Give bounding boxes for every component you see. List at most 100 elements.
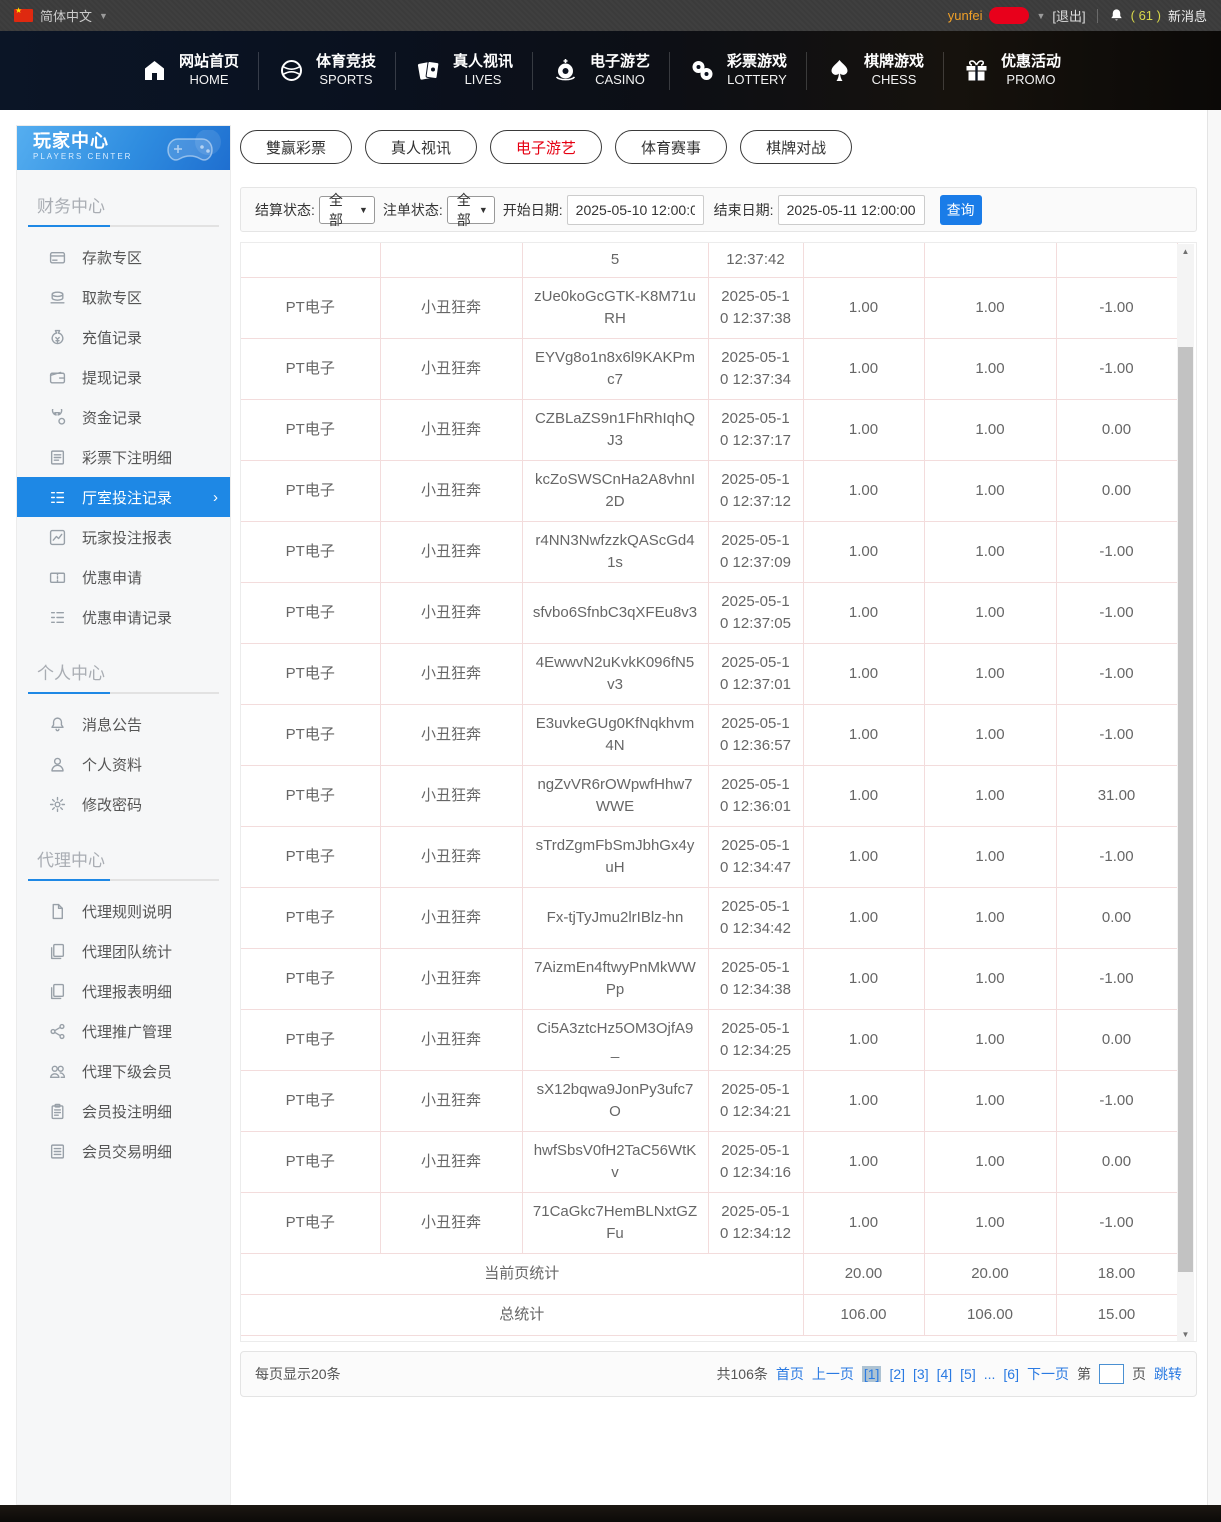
sidebar-item[interactable]: 代理下级会员	[17, 1051, 230, 1091]
nav-item-casino[interactable]: 电子游艺CASINO	[533, 46, 669, 96]
sidebar-item-label: 取款专区	[82, 287, 142, 308]
chevron-down-icon: ▼	[479, 205, 488, 215]
chevron-down-icon[interactable]: ▼	[1036, 11, 1045, 21]
first-page-link[interactable]: 首页	[776, 1364, 804, 1384]
scrollbar-thumb[interactable]	[1178, 347, 1193, 1272]
page-link[interactable]: [3]	[913, 1366, 929, 1382]
bell-icon[interactable]	[1109, 8, 1124, 23]
valid-cell	[924, 243, 1056, 277]
page-link[interactable]: [2]	[889, 1366, 905, 1382]
message-count[interactable]: ( 61 )	[1131, 8, 1161, 23]
sidebar-item[interactable]: 彩票下注明细	[17, 437, 230, 477]
sidebar-item[interactable]: 资金记录	[17, 397, 230, 437]
nav-item-chess[interactable]: 棋牌游戏CHESS	[807, 46, 943, 96]
settle-status-select[interactable]: 全部 ▼	[319, 196, 375, 224]
vendor-cell: PT电子	[241, 1009, 380, 1070]
game-cell: 小丑狂奔	[380, 948, 522, 1009]
sidebar-item[interactable]: 充值记录	[17, 317, 230, 357]
nav-item-label: 网站首页HOME	[179, 53, 239, 89]
order-status-select[interactable]: 全部 ▼	[447, 196, 495, 224]
sidebar-item[interactable]: 代理规则说明	[17, 891, 230, 931]
tab-体育赛事[interactable]: 体育赛事	[615, 130, 727, 164]
gamepad-icon	[162, 130, 224, 170]
table-row: PT电子小丑狂奔Ci5A3ztcHz5OM3OjfA9_2025-05-10 1…	[241, 1009, 1177, 1070]
sidebar-item[interactable]: 代理团队统计	[17, 931, 230, 971]
jump-button[interactable]: 跳转	[1154, 1364, 1182, 1384]
vendor-cell: PT电子	[241, 1070, 380, 1131]
sidebar-item[interactable]: 取款专区	[17, 277, 230, 317]
category-tabs: 雙赢彩票真人视讯电子游艺体育赛事棋牌对战	[240, 130, 1197, 164]
table-row: PT电子小丑狂奔7AizmEn4ftwyPnMkWWPp2025-05-10 1…	[241, 948, 1177, 1009]
sidebar-item[interactable]: 消息公告	[17, 704, 230, 744]
tab-真人视讯[interactable]: 真人视讯	[365, 130, 477, 164]
sidebar-item[interactable]: 会员投注明细	[17, 1091, 230, 1131]
sidebar-item[interactable]: 存款专区	[17, 237, 230, 277]
valid-cell: 1.00	[924, 765, 1056, 826]
page-jump-input[interactable]	[1099, 1364, 1124, 1384]
logout-link[interactable]: [退出]	[1052, 6, 1085, 25]
vendor-cell: PT电子	[241, 826, 380, 887]
table-scrollbar[interactable]: ▲ ▼	[1177, 244, 1194, 1342]
ticket-icon	[49, 569, 66, 586]
document-icon	[49, 449, 66, 466]
vendor-cell: PT电子	[241, 765, 380, 826]
scroll-down-arrow-icon[interactable]: ▼	[1177, 1327, 1194, 1342]
nav-item-label: 电子游艺CASINO	[590, 53, 650, 89]
nav-item-promo[interactable]: 优惠活动PROMO	[944, 46, 1080, 96]
page-link[interactable]: [4]	[937, 1366, 953, 1382]
valid-cell: 1.00	[924, 338, 1056, 399]
sidebar-item[interactable]: 提现记录	[17, 357, 230, 397]
clipboard-icon	[49, 1103, 66, 1120]
summary-bet-cell: 106.00	[803, 1294, 924, 1335]
chevron-right-icon: ›	[213, 489, 218, 506]
pagination-bar: 每页显示20条 共106条首页上一页[1][2][3][4][5]...[6]下…	[240, 1351, 1197, 1397]
summary-label-cell: 总统计	[241, 1294, 803, 1335]
tab-电子游艺[interactable]: 电子游艺	[490, 130, 602, 164]
prev-page-link[interactable]: 上一页	[812, 1364, 854, 1384]
start-date-label: 开始日期:	[503, 200, 563, 220]
sidebar-item[interactable]: 个人资料	[17, 744, 230, 784]
sidebar-item[interactable]: 代理推广管理	[17, 1011, 230, 1051]
message-label[interactable]: 新消息	[1168, 6, 1207, 25]
page-scrollbar[interactable]	[1207, 110, 1221, 1505]
sidebar-item[interactable]: 会员交易明细	[17, 1131, 230, 1171]
pages-icon	[49, 943, 66, 960]
sidebar-item[interactable]: 玩家投注报表	[17, 517, 230, 557]
section-underline	[28, 879, 219, 881]
sidebar-item-label: 修改密码	[82, 794, 142, 815]
page-link[interactable]: [5]	[960, 1366, 976, 1382]
bet-cell: 1.00	[803, 948, 924, 1009]
language-selector[interactable]: 简体中文 ▼	[14, 6, 108, 25]
next-page-link[interactable]: 下一页	[1027, 1364, 1069, 1384]
tab-雙赢彩票[interactable]: 雙赢彩票	[240, 130, 352, 164]
order-cell: 7AizmEn4ftwyPnMkWWPp	[522, 948, 708, 1009]
sidebar-item[interactable]: 优惠申请记录	[17, 597, 230, 637]
tab-棋牌对战[interactable]: 棋牌对战	[740, 130, 852, 164]
table-row: PT电子小丑狂奔sTrdZgmFbSmJbhGx4yuH2025-05-10 1…	[241, 826, 1177, 887]
sidebar-item[interactable]: 修改密码	[17, 784, 230, 824]
game-cell	[380, 243, 522, 277]
nav-item-lives[interactable]: 真人视讯LIVES	[396, 46, 532, 96]
sidebar-item-label: 彩票下注明细	[82, 447, 172, 468]
username[interactable]: yunfei	[948, 8, 983, 23]
table-row: PT电子小丑狂奔sfvbo6SfnbC3qXFEu8v32025-05-10 1…	[241, 582, 1177, 643]
scroll-up-arrow-icon[interactable]: ▲	[1177, 244, 1194, 259]
nav-item-sports[interactable]: 体育竞技SPORTS	[259, 46, 395, 96]
order-cell: E3uvkeGUg0KfNqkhvm4N	[522, 704, 708, 765]
main-content: 雙赢彩票真人视讯电子游艺体育赛事棋牌对战 结算状态: 全部 ▼ 注单状态: 全部…	[240, 125, 1197, 1397]
summary-valid-cell: 20.00	[924, 1253, 1056, 1294]
result-cell: 0.00	[1056, 460, 1177, 521]
nav-item-lottery[interactable]: 彩票游戏LOTTERY	[670, 46, 806, 96]
page-link[interactable]: [1]	[862, 1366, 882, 1382]
nav-item-home[interactable]: 网站首页HOME	[122, 46, 258, 96]
time-cell: 2025-05-10 12:37:38	[708, 277, 803, 338]
search-button[interactable]: 查询	[940, 195, 982, 225]
last-page-link[interactable]: [6]	[1003, 1366, 1019, 1382]
end-date-input[interactable]	[778, 195, 925, 225]
sidebar-item[interactable]: 厅室投注记录›	[17, 477, 230, 517]
start-date-input[interactable]	[567, 195, 704, 225]
game-cell: 小丑狂奔	[380, 1192, 522, 1253]
sidebar-item[interactable]: 代理报表明细	[17, 971, 230, 1011]
sidebar-item[interactable]: 优惠申请	[17, 557, 230, 597]
pager: 共106条首页上一页[1][2][3][4][5]...[6]下一页第页跳转	[717, 1364, 1183, 1384]
